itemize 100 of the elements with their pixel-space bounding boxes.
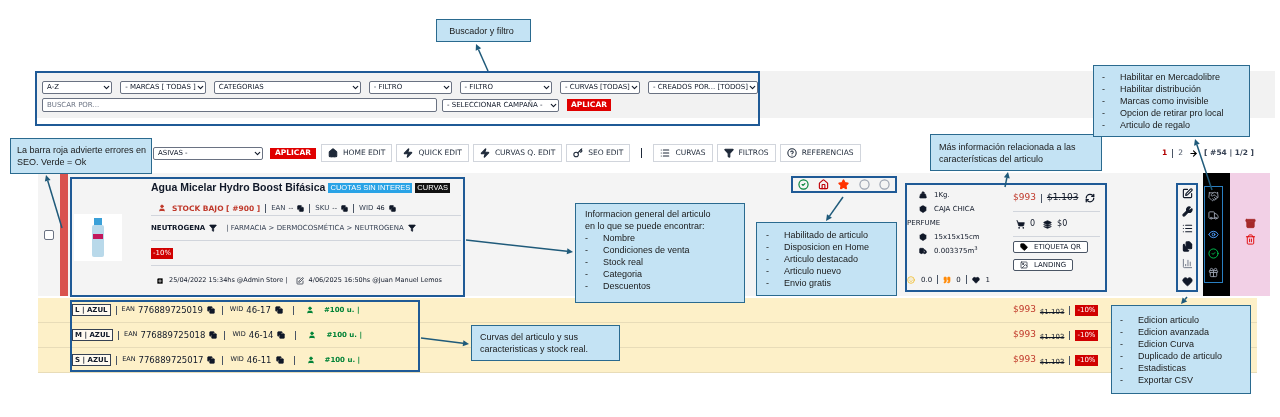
filter-icon — [723, 148, 734, 158]
callout-item: Edicion Curva — [1138, 337, 1195, 350]
star-icon[interactable] — [838, 179, 850, 190]
copy-icon[interactable] — [341, 204, 348, 212]
ean-code: 776889725018 — [140, 328, 206, 342]
tag-icon — [1020, 243, 1028, 251]
callout-item: Stock real — [603, 256, 644, 268]
gift-icon[interactable] — [1208, 267, 1219, 278]
wid-code: 46-11 — [246, 353, 272, 367]
callout-item: Habilitado de articulo — [784, 229, 869, 241]
bullet-marker: - — [1120, 349, 1124, 362]
checkbox[interactable] — [44, 229, 54, 240]
bullet-marker: - — [1102, 71, 1106, 83]
copy-icon[interactable] — [388, 204, 396, 212]
callout-item: Articulo nuevo — [784, 265, 842, 277]
copy-icon[interactable] — [275, 356, 284, 364]
callout-item: Descuentos — [603, 280, 651, 292]
bullet-marker: - — [1120, 337, 1124, 350]
callout-text: Buscador y filtro — [449, 24, 515, 37]
chevron-icon — [441, 83, 451, 92]
filter-icon[interactable] — [209, 224, 218, 232]
box-icon — [919, 205, 927, 213]
key-icon — [573, 148, 584, 158]
wid-code: 46-14 — [248, 328, 274, 342]
bullet-marker: - — [1102, 107, 1106, 119]
bullet-marker: - — [585, 244, 589, 256]
copy-icon[interactable] — [209, 331, 218, 339]
bullet-marker: - — [585, 268, 589, 280]
callout-item: Duplicado de articulo — [1138, 349, 1223, 362]
bullet-marker: - — [1102, 83, 1106, 95]
bullet-marker: - — [585, 256, 589, 268]
edit-icon[interactable] — [1181, 188, 1193, 200]
chevron-icon — [195, 83, 205, 92]
smiley-icon — [907, 275, 915, 284]
chevron-icon — [102, 83, 112, 92]
wid-code: 46-17 — [246, 303, 271, 317]
arrow — [44, 175, 63, 229]
person-icon — [305, 306, 314, 314]
bullet-marker: - — [766, 241, 770, 253]
copy-icon[interactable] — [206, 306, 215, 314]
check-circle-icon[interactable] — [1208, 248, 1219, 259]
cart-icon — [1016, 219, 1025, 229]
callout-item: Nombre — [603, 232, 635, 244]
refresh-icon[interactable] — [1085, 193, 1096, 203]
callout-item: Condiciones de venta — [603, 244, 690, 256]
callout-text: Más información relacionada a las características del articulo — [939, 140, 1077, 165]
eye-icon[interactable] — [1208, 229, 1219, 240]
arrow — [420, 337, 469, 347]
copy-icon[interactable] — [207, 356, 216, 364]
heart-icon[interactable] — [1181, 275, 1193, 287]
callout-item: Habilitar distribución — [1120, 83, 1202, 95]
copy-icon[interactable] — [297, 204, 305, 212]
stack-icon — [1043, 219, 1053, 229]
edit-icon — [295, 276, 304, 285]
list-icon[interactable] — [1181, 223, 1193, 235]
price: $993 — [1013, 353, 1036, 367]
house-icon[interactable] — [818, 179, 830, 190]
copy-icon[interactable] — [1181, 240, 1193, 252]
quote-icon — [943, 275, 952, 284]
bar-chart-icon[interactable] — [1181, 258, 1193, 270]
callout-item: Edicion articulo — [1138, 313, 1200, 326]
ean-code: 776889725017 — [138, 353, 204, 367]
check-circle-icon[interactable] — [797, 179, 809, 190]
callout-item: Exportar CSV — [1138, 373, 1194, 386]
bullet-marker: - — [1102, 95, 1106, 107]
sales-total: $0 — [1057, 218, 1068, 230]
bullet-marker: - — [1120, 313, 1124, 326]
house-icon — [327, 148, 338, 158]
arrow — [1003, 172, 1010, 188]
person-icon — [158, 204, 166, 213]
next-arrow-icon[interactable] — [1189, 148, 1199, 158]
person-icon — [308, 331, 317, 339]
copy-icon[interactable] — [277, 331, 286, 339]
archive-icon[interactable] — [1244, 218, 1256, 229]
arrow — [1181, 296, 1188, 304]
wrench-icon[interactable] — [1181, 205, 1193, 217]
trash-icon[interactable] — [1244, 234, 1256, 245]
bullet-marker: - — [585, 280, 589, 292]
list-icon — [660, 148, 671, 158]
handshake-icon[interactable] — [1208, 191, 1219, 202]
callout-heading: Informacion general del articulo en lo que se puede encontrar: — [585, 208, 712, 232]
bottle-photo-placeholder — [74, 213, 122, 261]
cart-count: 0 — [1030, 218, 1036, 230]
callout-item: Categoria — [603, 268, 643, 280]
bullet-marker: - — [585, 232, 589, 244]
lightning-icon — [403, 148, 414, 158]
plus-square-icon — [156, 276, 164, 285]
product-title: Agua Micelar Hydro Boost Bifásica — [151, 180, 326, 195]
price: $993 — [1013, 328, 1036, 342]
help-icon — [786, 148, 797, 158]
chevron-icon — [350, 83, 360, 92]
arrow — [475, 44, 489, 72]
person-icon — [306, 356, 315, 364]
callout-item: Opcion de retirar pro local — [1120, 107, 1224, 119]
filter-icon[interactable] — [407, 224, 416, 232]
bullet-marker: - — [1120, 325, 1124, 338]
bullet-marker: - — [766, 265, 770, 277]
copy-icon[interactable] — [274, 306, 283, 314]
callout-item: Articulo destacado — [784, 253, 859, 265]
callout-item: Edicion avanzada — [1138, 325, 1210, 338]
